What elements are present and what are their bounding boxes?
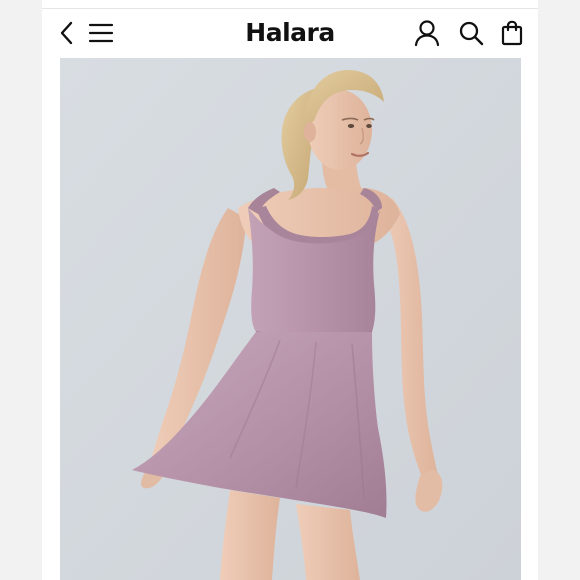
back-button[interactable] bbox=[54, 10, 80, 56]
user-icon bbox=[414, 19, 440, 47]
product-photo[interactable] bbox=[60, 58, 521, 580]
top-nav-bar: Halara bbox=[42, 10, 538, 56]
menu-button[interactable] bbox=[86, 10, 116, 56]
search-button[interactable] bbox=[456, 10, 486, 56]
account-button[interactable] bbox=[412, 10, 442, 56]
search-icon bbox=[458, 20, 484, 46]
chevron-left-icon bbox=[59, 20, 75, 46]
shopping-bag-button[interactable] bbox=[498, 10, 526, 56]
shopping-bag-icon bbox=[501, 20, 523, 46]
hamburger-menu-icon bbox=[88, 22, 114, 44]
model-in-dress-illustration bbox=[60, 58, 521, 580]
top-divider bbox=[42, 8, 538, 9]
app-screen: Halara bbox=[42, 0, 538, 580]
